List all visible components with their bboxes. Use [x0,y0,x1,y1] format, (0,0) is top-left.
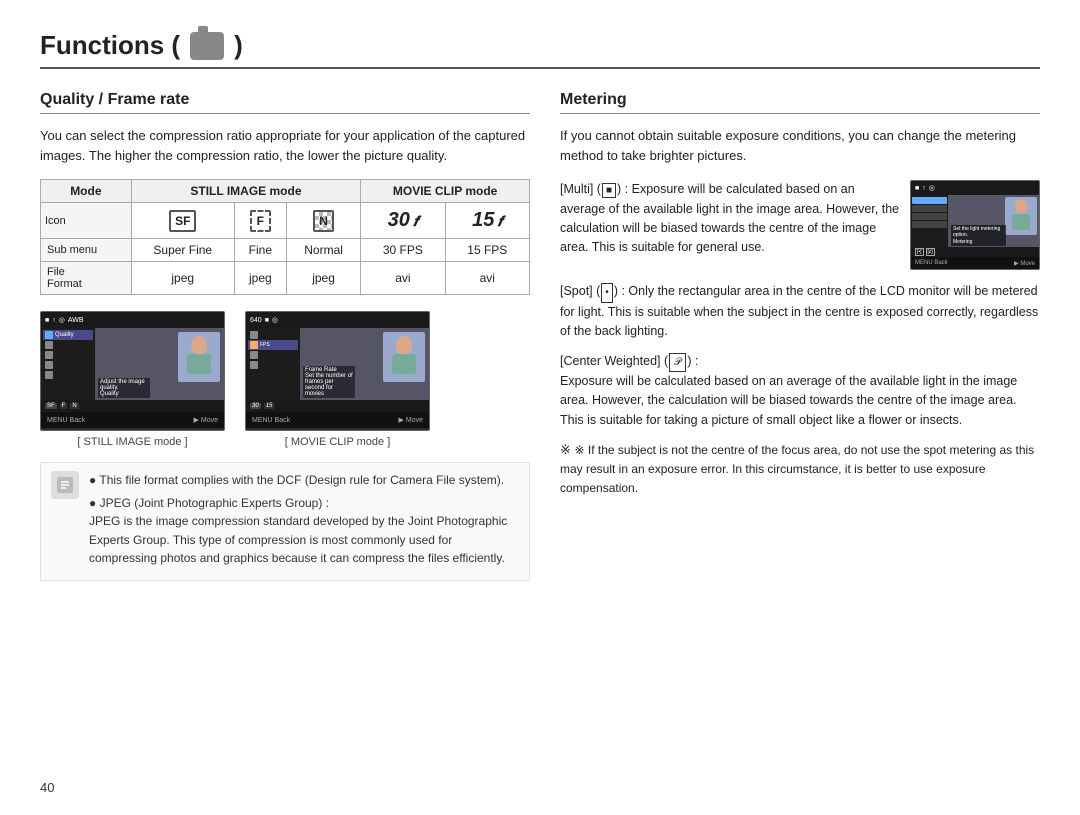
submenu-30fps: 30 FPS [361,239,445,262]
center-icon: 𝒫 [669,353,686,373]
note-line-1: ● This file format complies with the DCF… [89,471,519,490]
metering-center-block: [Center Weighted] (𝒫) : Exposure will be… [560,352,1040,431]
metering-heading: Metering [560,91,1040,114]
metering-intro: If you cannot obtain suitable exposure c… [560,126,1040,166]
format-30fps: avi [361,262,445,295]
quality-table: Mode STILL IMAGE mode MOVIE CLIP mode Ic… [40,179,530,295]
movie-screenshot-block: 640■◎ FPS [245,311,430,448]
col-mode: Mode [41,180,132,203]
quality-heading: Quality / Frame rate [40,91,530,114]
footnote-text: ※ If the subject is not the centre of th… [560,443,1034,495]
row-submenu-label: Sub menu [41,239,132,262]
icon-sf: SF [131,203,234,239]
camera-icon [190,32,224,60]
movie-caption: [ MOVIE CLIP mode ] [285,436,391,448]
footnote-symbol: ※ [560,442,575,457]
note-box: ● This file format complies with the DCF… [40,462,530,581]
metering-spot-text: [Spot] (•) : Only the rectangular area i… [560,282,1040,341]
metering-multi-block: [Multi] (■) : Exposure will be calculate… [560,180,1040,270]
submenu-15fps: 15 FPS [445,239,529,262]
spot-label: [Spot] ( [560,284,600,298]
still-lcd-screen: ■↑◎AWB Quality [40,311,225,431]
note-icon [51,471,79,499]
note-line-2: ● JPEG (Joint Photographic Experts Group… [89,494,519,568]
metering-spot-block: [Spot] (•) : Only the rectangular area i… [560,282,1040,341]
still-screenshot-block: ■↑◎AWB Quality [40,311,225,448]
icon-30fps: 30 𝒇 [361,203,445,239]
metering-lcd-block: ■↑◎ [910,180,1040,270]
col-movie: MOVIE CLIP mode [361,180,530,203]
submenu-normal: Normal [286,239,360,262]
metering-lcd-screen: ■↑◎ [910,180,1040,270]
center-label: [Center Weighted] ( [560,354,668,368]
submenu-fine: Fine [234,239,286,262]
row-icon-label: Icon [41,203,132,239]
format-sf: jpeg [131,262,234,295]
format-f: jpeg [234,262,286,295]
icon-n: N [286,203,360,239]
quality-intro: You can select the compression ratio app… [40,126,530,165]
page-number: 40 [40,780,54,795]
icon-15fps: 15 𝒇 [445,203,529,239]
still-caption: [ STILL IMAGE mode ] [77,436,187,448]
quality-section: Quality / Frame rate You can select the … [40,91,530,581]
multi-icon: ■ [602,183,616,198]
screenshots-row: ■↑◎AWB Quality [40,311,530,448]
metering-section: Metering If you cannot obtain suitable e… [560,91,1040,581]
metering-center-text: [Center Weighted] (𝒫) : Exposure will be… [560,352,1040,431]
icon-f: F [234,203,286,239]
format-15fps: avi [445,262,529,295]
submenu-superfine: Super Fine [131,239,234,262]
col-still: STILL IMAGE mode [131,180,360,203]
spot-icon: • [601,283,613,303]
page-title: Functions ( ) [40,30,1040,69]
title-suffix: ) [234,30,243,61]
movie-lcd-screen: 640■◎ FPS [245,311,430,431]
metering-multi-text: [Multi] (■) : Exposure will be calculate… [560,180,900,270]
metering-footnote: ※ ※ If the subject is not the centre of … [560,440,1040,497]
format-n: jpeg [286,262,360,295]
title-text: Functions ( [40,30,180,61]
row-format-label: FileFormat [41,262,132,295]
multi-label: [Multi] ( [560,182,601,196]
note-text: ● This file format complies with the DCF… [89,471,519,572]
